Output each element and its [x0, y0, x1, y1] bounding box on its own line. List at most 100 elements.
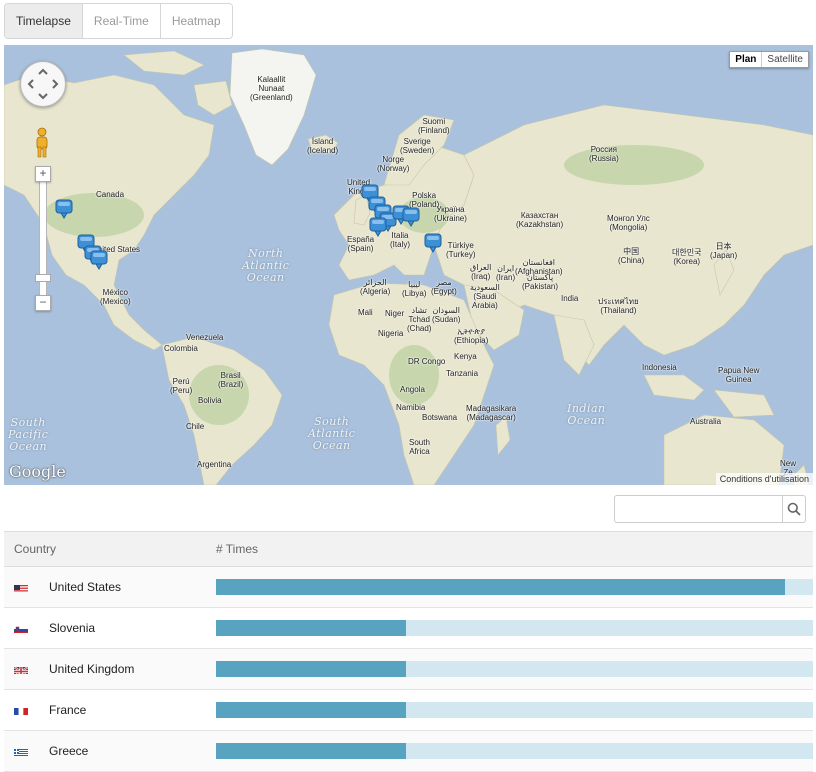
label-madagascar: Madagasikara (Madagascar) — [466, 404, 517, 422]
times-bar-track — [216, 579, 813, 595]
times-bar-fill — [216, 702, 406, 718]
label-iran: ایران (Iran) — [496, 264, 516, 282]
map-marker[interactable] — [369, 217, 387, 237]
label-niger: Niger — [385, 309, 405, 318]
table-row[interactable]: Slovenia — [4, 608, 813, 649]
label-libya: ليبيا (Libya) — [402, 280, 427, 298]
table-row[interactable]: United Kingdom — [4, 649, 813, 690]
label-korea: 대한민국 (Korea) — [672, 248, 702, 266]
flag-us-icon — [14, 583, 28, 592]
times-bar-fill — [216, 579, 785, 595]
label-japan: 日本 (Japan) — [710, 242, 738, 260]
country-name: United States — [49, 580, 122, 594]
country-name: Slovenia — [49, 621, 96, 635]
search-icon — [787, 502, 801, 516]
times-bar-track — [216, 743, 813, 759]
label-kenya: Kenya — [454, 352, 477, 361]
zoom-out-button[interactable]: − — [35, 295, 51, 311]
label-thailand: ประเทศไทย (Thailand) — [598, 297, 639, 315]
label-china: 中国 (China) — [618, 247, 645, 265]
pan-control[interactable] — [20, 61, 66, 107]
times-bar-fill — [216, 661, 406, 677]
map-type-plan-button[interactable]: Plan — [730, 52, 763, 67]
search-box — [614, 495, 806, 523]
table-row[interactable]: United States — [4, 567, 813, 608]
country-name: Greece — [49, 744, 89, 758]
label-colombia: Colombia — [164, 344, 198, 353]
label-egypt: مصر (Egypt) — [431, 278, 457, 296]
times-bar-track — [216, 620, 813, 636]
street-view-pegman-icon[interactable] — [34, 127, 50, 159]
label-mongolia: Монгол Улс (Mongolia) — [607, 214, 650, 232]
zoom-slider-handle[interactable] — [35, 274, 51, 282]
label-south-pacific: South Pacific Ocean — [8, 416, 49, 453]
world-map[interactable]: North Atlantic Ocean South Pacific Ocean… — [4, 45, 813, 485]
tab-real-time[interactable]: Real-Time — [82, 4, 161, 38]
times-bar-fill — [216, 620, 406, 636]
zoom-slider-track[interactable] — [39, 175, 47, 311]
label-angola: Angola — [400, 385, 425, 394]
tab-timelapse[interactable]: Timelapse — [5, 4, 83, 38]
pan-arrows-icon — [27, 68, 59, 100]
zoom-in-button[interactable]: + — [35, 166, 51, 182]
label-chad: تشاد Tchad (Chad) — [407, 306, 432, 333]
label-finland: Suomi (Finland) — [418, 117, 450, 135]
flag-si-icon — [14, 624, 28, 633]
label-chile: Chile — [186, 422, 205, 431]
label-drc: DR Congo — [408, 357, 446, 366]
flag-gb-icon — [14, 665, 28, 674]
label-brasil: Brasil (Brazil) — [218, 371, 244, 389]
label-sudan: السودان (Sudan) — [432, 306, 461, 324]
view-tabs: Timelapse Real-Time Heatmap — [4, 3, 233, 39]
label-australia: Australia — [690, 417, 722, 426]
label-argentina: Argentina — [197, 460, 232, 469]
times-bar-track — [216, 661, 813, 677]
label-iraq: العراق (Iraq) — [470, 263, 492, 281]
label-pakistan: پاکستان (Pakistan) — [522, 273, 559, 291]
flag-gr-icon — [14, 747, 28, 756]
label-iceland: Ísland (Iceland) — [307, 137, 339, 155]
label-namibia: Namibia — [396, 403, 426, 412]
column-header-country[interactable]: Country — [4, 542, 216, 556]
label-canada: Canada — [96, 190, 125, 199]
map-marker[interactable] — [55, 199, 73, 219]
label-north-atlantic: North Atlantic Ocean — [242, 247, 290, 284]
label-spain: España (Spain) — [347, 235, 375, 253]
label-saudi: السعودية (Saudi Arabia) — [470, 283, 500, 310]
times-bar-track — [216, 702, 813, 718]
label-botswana: Botswana — [422, 413, 458, 422]
terms-link[interactable]: Conditions d'utilisation — [715, 473, 813, 485]
label-algeria: الجزائر (Algeria) — [360, 278, 391, 296]
map-type-satellite-button[interactable]: Satellite — [762, 52, 808, 67]
map-marker[interactable] — [402, 207, 420, 227]
map-marker[interactable] — [90, 250, 108, 270]
label-tanzania: Tanzania — [446, 369, 479, 378]
label-turkey: Türkiye (Turkey) — [446, 241, 476, 259]
country-name: United Kingdom — [49, 662, 135, 676]
label-png: Papua New Guinea — [718, 366, 760, 384]
search-input[interactable] — [615, 496, 782, 522]
tab-heatmap[interactable]: Heatmap — [160, 4, 232, 38]
label-norway: Norge (Norway) — [377, 155, 410, 173]
label-peru: Perú (Peru) — [170, 377, 193, 395]
table-row[interactable]: France — [4, 690, 813, 731]
label-mali: Mali — [358, 308, 373, 317]
label-indonesia: Indonesia — [642, 363, 677, 372]
label-bolivia: Bolivia — [198, 396, 222, 405]
country-table: Country # Times United States Slovenia Uni… — [4, 531, 813, 772]
label-italy: Italia (Italy) — [390, 231, 410, 249]
search-button[interactable] — [782, 496, 805, 522]
flag-fr-icon — [14, 706, 28, 715]
map-marker[interactable] — [424, 233, 442, 253]
label-south-africa: South Africa — [409, 438, 430, 456]
label-ukraine: Україна (Ukraine) — [434, 205, 467, 223]
label-greenland: Kalaallit Nunaat (Greenland) — [250, 75, 293, 102]
times-bar-fill — [216, 743, 406, 759]
label-ethiopia: ኢትዮጵያ (Ethiopia) — [454, 327, 489, 345]
label-mexico: México (Mexico) — [100, 288, 131, 306]
label-kazakhstan: Казахстан (Kazakhstan) — [516, 211, 564, 229]
label-south-atlantic: South Atlantic Ocean — [308, 415, 356, 452]
table-row[interactable]: Greece — [4, 731, 813, 772]
map-type-control: Plan Satellite — [729, 51, 809, 68]
column-header-times[interactable]: # Times — [216, 542, 813, 556]
